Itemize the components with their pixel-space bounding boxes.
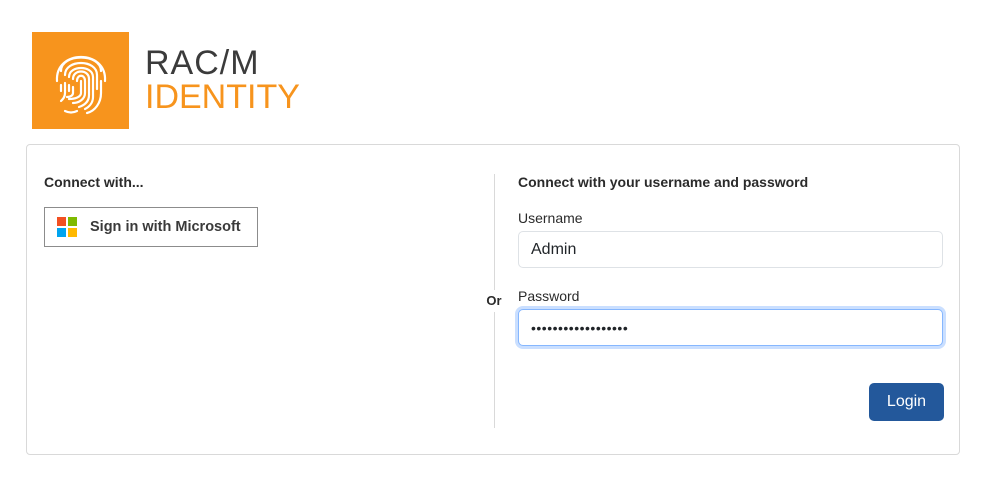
password-label: Password	[518, 288, 580, 304]
fingerprint-icon	[32, 32, 129, 129]
or-separator: Or	[481, 290, 507, 312]
brand-name-line1: RAC/M	[145, 44, 260, 82]
microsoft-logo-icon	[57, 217, 77, 237]
brand-logo: RAC/M IDENTITY	[32, 32, 300, 130]
microsoft-signin-button[interactable]: Sign in with Microsoft	[44, 207, 258, 247]
brand-name-line2: IDENTITY	[145, 78, 300, 116]
microsoft-signin-label: Sign in with Microsoft	[90, 219, 241, 235]
password-input[interactable]	[518, 309, 943, 346]
external-login-heading: Connect with...	[44, 174, 144, 190]
username-label: Username	[518, 210, 583, 226]
local-login-heading: Connect with your username and password	[518, 174, 809, 190]
login-button[interactable]: Login	[869, 383, 944, 421]
username-input[interactable]	[518, 231, 943, 268]
brand-wordmark: RAC/M IDENTITY	[145, 46, 300, 114]
